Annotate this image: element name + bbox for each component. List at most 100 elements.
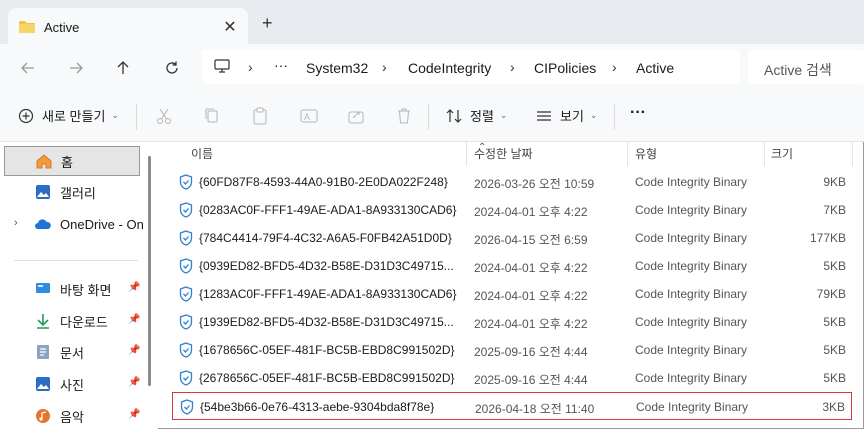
file-row[interactable]: {0939ED82-BFD5-4D32-B58E-D31D3C49715... 2…	[172, 252, 852, 280]
file-row[interactable]: {60FD87F8-4593-44A0-91B0-2E0DA022F248} 20…	[172, 168, 852, 196]
search-placeholder: Active 검색	[764, 62, 832, 78]
sort-button[interactable]: 정렬 ⌄	[446, 106, 507, 125]
column-header-name[interactable]: 이름	[191, 145, 213, 162]
new-tab-button[interactable]: +	[262, 14, 273, 32]
sidebar-item-desktop[interactable]: 바탕 화면 📌	[4, 274, 140, 304]
file-name: {1283AC0F-FFF1-49AE-ADA1-8A933130CAD6}	[199, 287, 457, 301]
shield-file-icon	[179, 258, 193, 277]
forward-button[interactable]	[64, 56, 88, 80]
column-divider[interactable]	[627, 142, 628, 166]
share-icon[interactable]	[348, 107, 364, 128]
cut-icon[interactable]	[156, 107, 172, 128]
refresh-button[interactable]	[160, 56, 184, 80]
column-header-size[interactable]: 크기	[771, 145, 793, 162]
breadcrumb-system32[interactable]: System32	[306, 60, 368, 76]
sidebar-item-pictures[interactable]: 사진 📌	[4, 369, 140, 399]
column-header-row: ⌃ 이름 수정한 날짜 유형 크기	[160, 142, 860, 166]
sidebar-scrollbar[interactable]	[148, 156, 151, 386]
toolbar-divider	[136, 104, 137, 130]
pin-icon[interactable]: 📌	[128, 282, 140, 293]
paste-icon[interactable]	[252, 107, 268, 128]
file-name: {0283AC0F-FFF1-49AE-ADA1-8A933130CAD6}	[199, 203, 457, 217]
chevron-right-icon: ›	[248, 59, 253, 75]
file-date: 2024-04-01 오후 4:22	[474, 317, 588, 331]
copy-icon[interactable]	[204, 107, 220, 128]
column-header-type[interactable]: 유형	[635, 145, 657, 162]
shield-file-icon	[180, 399, 194, 418]
sidebar-item-label: 음악	[60, 409, 84, 425]
home-icon	[35, 152, 53, 170]
file-date: 2026-04-15 오전 6:59	[474, 233, 588, 247]
file-row[interactable]: {0283AC0F-FFF1-49AE-ADA1-8A933130CAD6} 20…	[172, 196, 852, 224]
file-row[interactable]: {784C4414-79F4-4C32-A6A5-F0FB42A51D0D} 20…	[172, 224, 852, 252]
file-name: {1939ED82-BFD5-4D32-B58E-D31D3C49715...	[199, 315, 454, 329]
rename-icon[interactable]: A	[300, 107, 318, 128]
column-header-date[interactable]: 수정한 날짜	[474, 145, 533, 162]
shield-file-icon	[179, 370, 193, 389]
sidebar-item-downloads[interactable]: 다운로드 📌	[4, 306, 140, 336]
back-arrow-icon	[21, 62, 34, 74]
file-size: 3KB	[822, 400, 845, 414]
sidebar-item-onedrive[interactable]: › OneDrive - OnM	[4, 209, 144, 239]
file-name: {2678656C-05EF-481F-BC5B-EBD8C991502D}	[199, 371, 455, 385]
toolbar-divider	[614, 104, 615, 130]
file-row[interactable]: {54be3b66-0e76-4313-aebe-9304bda8f78e} 20…	[172, 392, 852, 420]
close-tab-button[interactable]: ✕	[220, 17, 240, 37]
file-name: {60FD87F8-4593-44A0-91B0-2E0DA022F248}	[199, 175, 448, 189]
folder-icon	[18, 19, 36, 37]
file-row[interactable]: {2678656C-05EF-481F-BC5B-EBD8C991502D} 20…	[172, 364, 852, 392]
toolbar-divider	[428, 104, 429, 130]
column-divider[interactable]	[852, 142, 853, 166]
view-button[interactable]: 보기 ⌄	[536, 106, 597, 125]
pin-icon[interactable]: 📌	[128, 409, 140, 420]
breadcrumb-more[interactable]: ···	[274, 57, 288, 73]
computer-icon	[214, 59, 230, 77]
file-type: Code Integrity Binary	[635, 315, 748, 329]
sidebar-divider	[14, 260, 138, 261]
shield-file-icon	[179, 286, 193, 305]
navigation-bar: › ··· System32 › CodeIntegrity › CIPolic…	[0, 44, 864, 92]
breadcrumb-codeintegrity[interactable]: CodeIntegrity	[408, 60, 491, 76]
new-button[interactable]: 새로 만들기 ⌄	[18, 106, 119, 125]
file-type: Code Integrity Binary	[635, 231, 748, 245]
expand-chevron-icon: ›	[14, 217, 18, 229]
file-size: 79KB	[816, 287, 846, 301]
tab-active[interactable]: Active ✕	[8, 8, 248, 44]
pin-icon[interactable]: 📌	[128, 377, 140, 388]
sort-icon	[446, 108, 462, 123]
file-row[interactable]: {1283AC0F-FFF1-49AE-ADA1-8A933130CAD6} 20…	[172, 280, 852, 308]
new-button-label: 새로 만들기	[42, 109, 106, 124]
file-size: 7KB	[823, 203, 846, 217]
column-divider[interactable]	[466, 142, 467, 166]
breadcrumb-cipolicies[interactable]: CIPolicies	[534, 60, 596, 76]
file-size: 9KB	[823, 175, 846, 189]
file-date: 2026-04-18 오전 11:40	[475, 402, 595, 416]
file-date: 2024-04-01 오후 4:22	[474, 289, 588, 303]
sidebar-item-label: 사진	[60, 377, 84, 393]
pin-icon[interactable]: 📌	[128, 314, 140, 325]
pictures-icon	[34, 375, 52, 393]
sidebar-item-label: 다운로드	[60, 314, 108, 330]
tab-title: Active	[44, 20, 80, 35]
address-bar[interactable]: › ··· System32 › CodeIntegrity › CIPolic…	[202, 50, 740, 84]
back-button[interactable]	[16, 56, 40, 80]
chevron-down-icon: ⌄	[589, 110, 598, 120]
pin-icon[interactable]: 📌	[128, 345, 140, 356]
search-input[interactable]: Active 검색	[748, 50, 864, 84]
shield-file-icon	[179, 202, 193, 221]
up-button[interactable]	[111, 56, 135, 80]
sidebar-item-home[interactable]: 홈	[4, 146, 140, 176]
forward-arrow-icon	[70, 62, 83, 74]
file-row[interactable]: {1939ED82-BFD5-4D32-B58E-D31D3C49715... 2…	[172, 308, 852, 336]
sidebar-item-documents[interactable]: 문서 📌	[4, 337, 140, 367]
delete-icon[interactable]	[396, 107, 412, 128]
sidebar-item-music[interactable]: 음악 📌	[4, 401, 140, 431]
column-divider[interactable]	[764, 142, 765, 166]
more-options-button[interactable]: ···	[630, 104, 646, 122]
file-name: {0939ED82-BFD5-4D32-B58E-D31D3C49715...	[199, 259, 454, 273]
breadcrumb-active[interactable]: Active	[636, 60, 674, 76]
file-type: Code Integrity Binary	[635, 203, 748, 217]
file-row[interactable]: {1678656C-05EF-481F-BC5B-EBD8C991502D} 20…	[172, 336, 852, 364]
file-size: 5KB	[823, 343, 846, 357]
sidebar-item-gallery[interactable]: 갤러리	[4, 177, 140, 207]
